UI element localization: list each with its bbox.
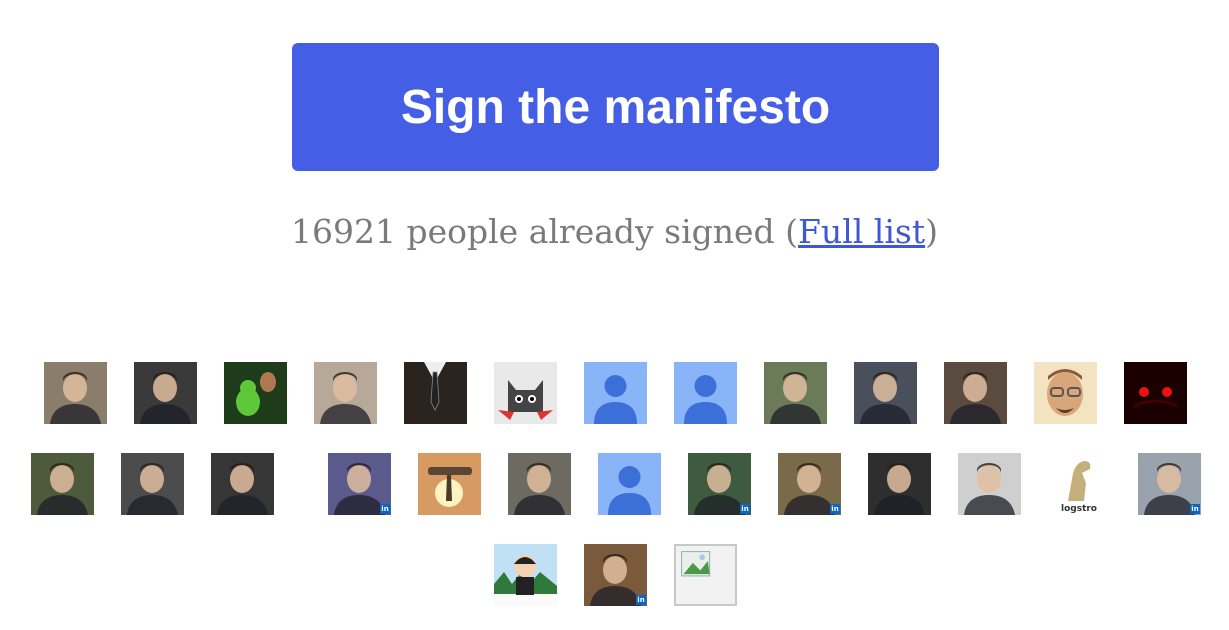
linkedin-icon: in bbox=[740, 504, 750, 514]
avatar-photo-baby[interactable] bbox=[314, 362, 377, 424]
signer-avatar-grid: in in in logstro in in bbox=[0, 0, 1229, 630]
avatar-photo-family[interactable] bbox=[44, 362, 107, 424]
avatar-photo-man-suit[interactable]: in bbox=[778, 453, 841, 515]
avatar-photo-man-white-shirt[interactable] bbox=[958, 453, 1021, 515]
avatar-photo-man-grey-hair[interactable]: in bbox=[1138, 453, 1201, 515]
avatar-photo-suit-tie[interactable] bbox=[404, 362, 467, 424]
linkedin-icon: in bbox=[830, 504, 840, 514]
avatar-photo-man-bw[interactable] bbox=[868, 453, 931, 515]
avatar-photo-man-face[interactable] bbox=[508, 453, 571, 515]
avatar-cartoon-character[interactable] bbox=[494, 544, 557, 606]
avatar-photo-man-sunglasses[interactable]: in bbox=[688, 453, 751, 515]
avatar-cartoon-man-glasses[interactable] bbox=[1034, 362, 1097, 424]
logstro-caption: logstro bbox=[1061, 504, 1097, 514]
avatar-photo-man-glasses[interactable] bbox=[31, 453, 94, 515]
avatar-photo-man-glasses[interactable] bbox=[944, 362, 1007, 424]
avatar-android-red-eyes[interactable] bbox=[1124, 362, 1187, 424]
avatar-photo-green-toy[interactable] bbox=[224, 362, 287, 424]
avatar-default-person[interactable] bbox=[674, 362, 737, 424]
avatar-photo-man-dark[interactable] bbox=[854, 362, 917, 424]
avatar-photo-man-bw[interactable] bbox=[121, 453, 184, 515]
avatar-dinosaur-logo[interactable]: logstro bbox=[1048, 453, 1111, 515]
avatar-default-person[interactable] bbox=[584, 362, 647, 424]
avatar-photo-man-bw[interactable] bbox=[211, 453, 274, 515]
avatar-photo-man[interactable]: in bbox=[584, 544, 647, 606]
avatar-photo-man[interactable]: in bbox=[328, 453, 391, 515]
avatar-default-person[interactable] bbox=[598, 453, 661, 515]
avatar-photo-man-smiling[interactable] bbox=[764, 362, 827, 424]
broken-image-icon bbox=[681, 551, 711, 577]
linkedin-icon: in bbox=[636, 595, 646, 605]
avatar-photo-bw-face[interactable] bbox=[134, 362, 197, 424]
linkedin-icon: in bbox=[1190, 504, 1200, 514]
avatar-photo-sunset-rock[interactable] bbox=[418, 453, 481, 515]
linkedin-icon: in bbox=[380, 504, 390, 514]
avatar-cartoon-cat[interactable] bbox=[494, 362, 557, 424]
avatar-broken-image[interactable] bbox=[674, 544, 737, 606]
